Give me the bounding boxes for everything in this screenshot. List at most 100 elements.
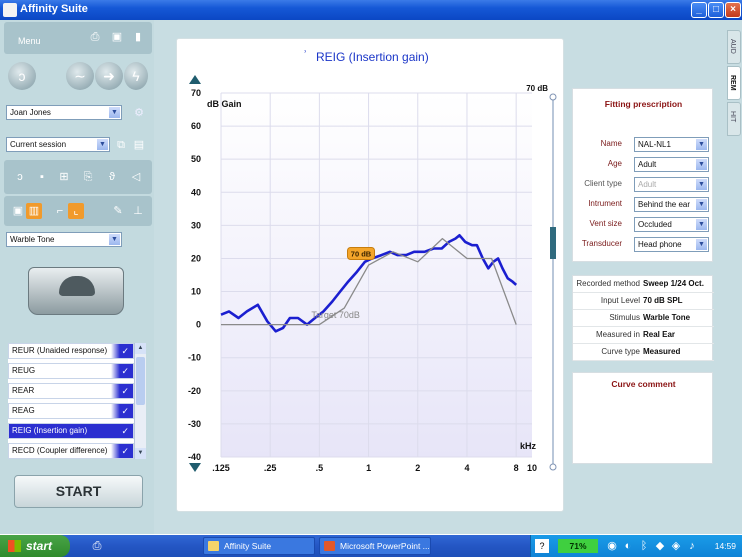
security-icon[interactable]: ◆: [653, 539, 667, 553]
tab-rem[interactable]: REM: [727, 66, 741, 100]
check-icon[interactable]: ✓: [111, 404, 133, 418]
chevron-down-icon: ▼: [696, 219, 707, 230]
scroll-up-icon[interactable]: ▲: [135, 343, 146, 354]
fit-select[interactable]: Head phone ▼: [634, 237, 709, 252]
curve-item-rear[interactable]: REAR ✓: [8, 383, 134, 399]
curve-mode-button[interactable]: ∼: [66, 62, 94, 90]
save-icon[interactable]: ▣: [110, 30, 124, 44]
curve-comment-box[interactable]: Curve comment: [572, 372, 713, 464]
forward-button[interactable]: ➜: [95, 62, 123, 90]
taskbar-item-affinity[interactable]: Affinity Suite: [203, 537, 315, 555]
session-select[interactable]: Current session ▼: [6, 137, 110, 152]
close-button[interactable]: ×: [725, 2, 741, 18]
tab-hit[interactable]: HIT: [727, 102, 741, 136]
copy-session-icon[interactable]: ⧉: [114, 138, 128, 152]
fit-select[interactable]: NAL-NL1 ▼: [634, 137, 709, 152]
client-select[interactable]: Joan Jones ▼: [6, 105, 122, 120]
probe-tool-icon[interactable]: ϑ: [104, 169, 120, 185]
curve-item-reig[interactable]: REIG (Insertion gain) ✓: [8, 423, 134, 439]
quicklaunch-icon[interactable]: ⎙: [90, 539, 104, 553]
tab-label: REM: [729, 75, 736, 91]
y-axis-label: dB Gain: [207, 99, 242, 109]
curve-label: REAR: [12, 386, 35, 395]
scroll-thumb[interactable]: [136, 357, 145, 405]
target-view-icon[interactable]: ⌞: [68, 203, 84, 219]
tab-aud[interactable]: AUD: [727, 30, 741, 64]
info-value: 70 dB SPL: [643, 296, 683, 305]
note-tool-icon[interactable]: ▪: [34, 169, 50, 185]
maximize-button[interactable]: □: [708, 2, 724, 18]
edit-icon[interactable]: ✎: [110, 203, 126, 219]
check-icon[interactable]: ✓: [111, 444, 133, 458]
x-tick-label: .125: [212, 463, 230, 473]
bluetooth-icon[interactable]: ᛒ: [637, 539, 651, 553]
fit-select[interactable]: Adult ▼: [634, 157, 709, 172]
start-menu-button[interactable]: start: [0, 535, 70, 557]
dual-view-icon[interactable]: ▥: [26, 203, 42, 219]
battery-indicator[interactable]: 71%: [558, 539, 598, 553]
curve-item-recd[interactable]: RECD (Coupler difference) ✓: [8, 443, 134, 459]
grid-tool-icon[interactable]: ⊞: [56, 169, 72, 185]
scroll-down-icon[interactable]: ▼: [135, 448, 146, 459]
menu-button[interactable]: Menu: [18, 36, 41, 46]
level-slider-top-knob[interactable]: [549, 93, 557, 101]
table-view-icon[interactable]: ⊥: [130, 203, 146, 219]
help-icon[interactable]: ?: [535, 539, 549, 553]
power-button[interactable]: ϟ: [124, 62, 148, 90]
client-settings-icon[interactable]: ⚙: [132, 106, 146, 120]
info-row: Input Level 70 dB SPL: [573, 293, 714, 310]
network-icon[interactable]: ◉: [605, 539, 619, 553]
check-icon[interactable]: ✓: [111, 384, 133, 398]
taskbar-item-powerpoint[interactable]: Microsoft PowerPoint ...: [319, 537, 431, 555]
ear-icon: ↄ: [18, 68, 26, 84]
y-tick-label: 20: [191, 253, 201, 263]
scale-up-icon[interactable]: [189, 75, 201, 84]
speaker-icon[interactable]: ♪: [685, 539, 699, 553]
curve-item-reur[interactable]: REUR (Unaided response) ✓: [8, 343, 134, 359]
chevron-down-icon: ▼: [109, 234, 120, 245]
check-icon[interactable]: ✓: [111, 344, 133, 358]
single-view-icon[interactable]: ▣: [10, 203, 26, 219]
level-slider-thumb[interactable]: [550, 227, 556, 259]
menu-panel: Menu ⎙ ▣ ▮: [4, 22, 152, 54]
curve-item-reag[interactable]: REAG ✓: [8, 403, 134, 419]
check-icon[interactable]: ✓: [111, 364, 133, 378]
exit-door-icon[interactable]: ▮: [131, 30, 145, 44]
scale-down-icon[interactable]: [189, 463, 201, 472]
speaker-tool-icon[interactable]: ◁: [128, 169, 144, 185]
curve-label: REUG: [12, 366, 36, 375]
taskbar-item-label: Microsoft PowerPoint ...: [340, 541, 430, 551]
fit-label: Age: [607, 159, 622, 168]
y-tick-label: 10: [191, 287, 201, 297]
info-key: Measured in: [595, 330, 640, 339]
tray-app-icon[interactable]: ◈: [669, 539, 683, 553]
volume-icon[interactable]: ◐: [621, 539, 635, 553]
level-slider-bottom-knob[interactable]: [549, 463, 557, 471]
axis-view-icon[interactable]: ⌐: [52, 203, 68, 219]
wave-icon: ∼: [74, 68, 86, 84]
insertion-gain-chart[interactable]: 70 60 50 40 30 20 10 0 -10 -20 -30 -40 .125 .25 .5 1 2 4 8…: [177, 39, 565, 513]
new-session-icon[interactable]: ▤: [132, 138, 146, 152]
level-readout: 70 dB: [526, 84, 548, 93]
ear-mode-button[interactable]: ↄ: [8, 62, 36, 90]
stimulus-value: Warble Tone: [10, 235, 55, 244]
hearing-aid-tool-icon[interactable]: ⎘: [80, 169, 96, 185]
minimize-button[interactable]: _: [691, 2, 707, 18]
fit-select[interactable]: Behind the ear ▼: [634, 197, 709, 212]
chevron-down-icon: ▼: [696, 179, 707, 190]
y-tick-label: -40: [188, 452, 201, 462]
measurement-info-box: Recorded method Sweep 1/24 Oct. Input Leve…: [572, 275, 714, 361]
print-icon[interactable]: ⎙: [88, 30, 102, 44]
start-label: start: [26, 539, 53, 553]
check-icon[interactable]: ✓: [111, 424, 133, 438]
start-button[interactable]: START: [14, 475, 143, 508]
fit-select[interactable]: Occluded ▼: [634, 217, 709, 232]
fit-select: Adult ▼: [634, 177, 709, 192]
left-panel: Menu ⎙ ▣ ▮ ↄ ∼ ➜ ϟ Joan Jones ▼ ⚙ Curren…: [0, 20, 154, 534]
curve-item-reug[interactable]: REUG ✓: [8, 363, 134, 379]
curve-list-scrollbar[interactable]: ▲ ▼: [134, 343, 146, 459]
stimulus-select[interactable]: Warble Tone ▼: [6, 232, 122, 247]
chevron-down-icon: ▼: [109, 107, 120, 118]
side-tabs: AUD REM HIT: [725, 20, 742, 534]
ear-tool-icon[interactable]: ↄ: [12, 169, 28, 185]
